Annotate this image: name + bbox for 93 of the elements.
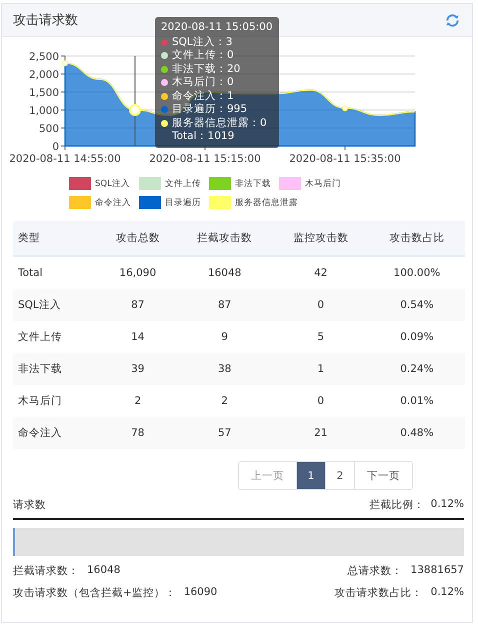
tooltip-value: 995 [227, 103, 248, 116]
table-cell: 14 [99, 321, 177, 353]
table-cell: 16,090 [99, 256, 177, 289]
legend-swatch[interactable] [279, 177, 301, 190]
legend-swatch[interactable] [69, 196, 91, 209]
tooltip-label: 文件上传： [172, 49, 227, 62]
y-tick-label: 1,500 [28, 87, 59, 99]
column-header: 攻击总数 [99, 221, 177, 256]
y-tick-label: 2,500 [28, 51, 59, 63]
y-tick-label: 500 [38, 123, 59, 135]
table-cell: 1 [272, 353, 369, 385]
tooltip-label: 木马后门： [172, 76, 227, 90]
legend-swatch[interactable] [139, 196, 161, 209]
tooltip-label: SQL注入： [172, 36, 226, 49]
stat-value: 16090 [184, 586, 218, 600]
legend-swatch[interactable] [209, 196, 231, 209]
table-cell: 78 [99, 417, 177, 449]
legend-swatch[interactable] [209, 177, 231, 190]
tooltip-total: 1019 [208, 130, 234, 144]
table-cell: 39 [99, 353, 177, 385]
table-cell: 87 [99, 289, 177, 321]
tooltip-value: 3 [226, 36, 232, 49]
stat-label: 拦截请求数： [13, 564, 79, 578]
ratio-value: 0.12% [430, 498, 464, 512]
tooltip-label: 命令注入： [172, 90, 227, 103]
page-button[interactable]: 1 [296, 462, 325, 489]
y-tick-label: 2,000 [28, 69, 59, 81]
tooltip-value: 0 [227, 76, 234, 90]
legend-label[interactable]: 文件上传 [165, 178, 201, 190]
table-cell: 5 [272, 321, 369, 353]
table-cell: 文件上传 [13, 321, 99, 353]
tooltip-value: 0 [227, 49, 234, 62]
tooltip-value: 20 [227, 62, 240, 76]
legend-swatch[interactable] [69, 177, 91, 190]
table-cell: 2 [176, 385, 273, 417]
table-cell: 0.09% [368, 321, 465, 353]
stat-label: 总请求数： [348, 564, 403, 578]
legend-label[interactable]: 命令注入 [95, 196, 131, 208]
table-cell: 非法下载 [13, 353, 99, 385]
next-page-button[interactable]: 下一页 [354, 462, 412, 489]
stat-value: 0.12% [430, 586, 464, 600]
table-cell: 21 [272, 417, 369, 449]
stat-value: 13881657 [410, 564, 464, 578]
hover-point [129, 104, 141, 116]
tooltip-label: Total： [172, 130, 208, 144]
stat-value: 16048 [87, 564, 120, 578]
legend-label[interactable]: 服务器信息泄露 [235, 196, 298, 208]
table-cell: 100.00% [368, 256, 465, 289]
x-tick-label: 2020-08-11 15:35:00 [289, 153, 401, 165]
table-cell: 9 [176, 321, 273, 353]
tooltip-label: 目录遍历： [172, 103, 227, 116]
stat-label: 攻击请求数占比： [334, 586, 423, 600]
table-cell: 0.01% [368, 385, 465, 417]
data-point [342, 105, 348, 112]
table-cell: 87 [176, 289, 273, 321]
refresh-icon[interactable] [445, 12, 460, 28]
table-cell: SQL注入 [13, 289, 99, 321]
stat-label: 攻击请求数（包含拦截+监控）： [13, 586, 176, 600]
column-header: 攻击数占比 [368, 221, 465, 256]
y-tick-label: 1,000 [28, 105, 59, 117]
section-title: 请求数 [13, 498, 46, 512]
legend-swatch[interactable] [139, 177, 161, 190]
table-cell: 38 [176, 353, 273, 385]
table-cell: 木马后门 [13, 385, 99, 417]
column-header: 类型 [13, 221, 99, 256]
table-cell: Total [13, 256, 99, 289]
tooltip-label: 服务器信息泄露： [172, 116, 260, 130]
table-cell: 命令注入 [13, 417, 99, 449]
table-cell: 57 [176, 417, 273, 449]
table-cell: 0.24% [368, 353, 465, 385]
legend-label[interactable]: 木马后门 [305, 178, 341, 190]
y-tick-label: 0 [52, 141, 59, 153]
tooltip-value: 0 [260, 116, 267, 130]
legend-label[interactable]: 目录遍历 [165, 196, 201, 208]
column-header: 监控攻击数 [272, 221, 369, 256]
tooltip-value: 1 [227, 90, 234, 103]
tooltip-label: 非法下载： [172, 62, 227, 76]
column-header: 拦截攻击数 [176, 221, 273, 256]
panel-title: 攻击请求数 [13, 12, 78, 29]
table-cell: 0.48% [368, 417, 465, 449]
table-cell: 2 [99, 385, 177, 417]
tooltip-title: 2020-08-11 15:05:00 [161, 21, 273, 34]
table-cell: 0.54% [368, 289, 465, 321]
table-cell: 16048 [176, 256, 273, 289]
data-point [62, 60, 68, 66]
x-tick-label: 2020-08-11 14:55:00 [9, 153, 121, 165]
x-tick-label: 2020-08-11 15:15:00 [149, 153, 261, 165]
ratio-label: 拦截比例： [370, 498, 425, 512]
table-cell: 0 [272, 385, 369, 417]
table-cell: 42 [272, 256, 369, 289]
table-cell: 0 [272, 289, 369, 321]
legend-label[interactable]: SQL注入 [95, 178, 130, 190]
legend-label[interactable]: 非法下载 [235, 178, 271, 190]
